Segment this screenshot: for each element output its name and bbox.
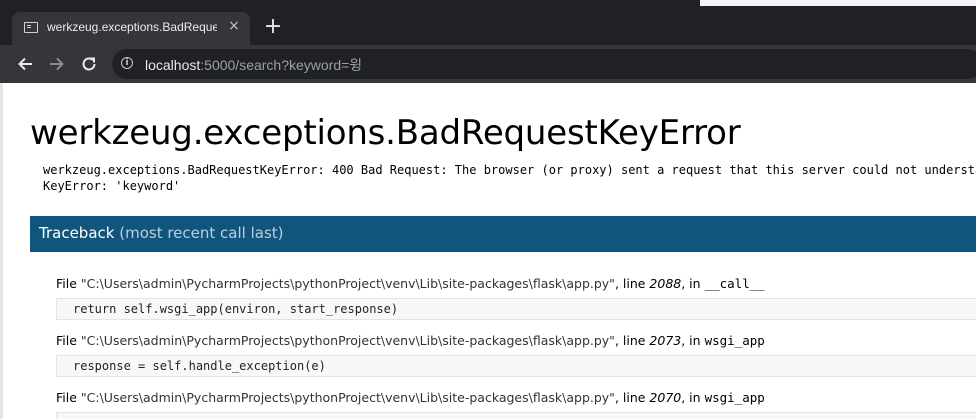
browser-titlebar: werkzeug.exceptions.BadRequestKeyError ×… [0,0,976,45]
frame-function: __call__ [704,276,765,291]
forward-arrow-icon[interactable] [45,53,69,75]
browser-toolbar: i localhost:5000/search?keyword=윙 [0,45,976,83]
traceback-label: Traceback [39,224,115,242]
traceback-frame-header: File "C:\Users\admin\PycharmProjects\pyt… [56,276,765,291]
error-title: werkzeug.exceptions.BadRequestKeyError [30,113,741,153]
traceback-header: Traceback (most recent call last) [30,216,976,252]
traceback-frame-header: File "C:\Users\admin\PycharmProjects\pyt… [56,390,765,405]
url-host: localhost [145,57,201,73]
error-message: werkzeug.exceptions.BadRequestKeyError: … [43,162,976,194]
frame-file-prefix: File [56,333,81,348]
frame-line-prefix: , line [614,333,650,348]
frame-in-prefix: , in [681,333,705,348]
traceback-title: Traceback (most recent call last) [39,224,284,242]
reload-icon[interactable] [77,53,101,75]
new-tab-button[interactable]: + [263,16,283,38]
background-window-strip [700,0,976,6]
browser-tab[interactable]: werkzeug.exceptions.BadRequestKeyError × [12,12,250,45]
address-bar[interactable]: i localhost:5000/search?keyword=윙 [112,49,976,79]
code-text: response = self.handle_exception(e) [73,359,326,373]
traceback-frame-header: File "C:\Users\admin\PycharmProjects\pyt… [56,333,765,348]
page-content: werkzeug.exceptions.BadRequestKeyError w… [0,83,976,419]
frame-filename: "C:\Users\admin\PycharmProjects\pythonPr… [80,333,615,348]
tab-close-icon[interactable]: × [226,18,242,34]
traceback-code-line[interactable] [56,412,976,419]
traceback-subtitle: (most recent call last) [119,224,284,242]
frame-function: wsgi_app [704,333,765,348]
frame-in-prefix: , in [681,276,705,291]
traceback-code-line[interactable]: response = self.handle_exception(e) [56,355,976,377]
terminal-favicon-icon [24,22,38,33]
frame-line-prefix: , line [614,390,650,405]
page-left-edge [0,83,3,419]
frame-filename: "C:\Users\admin\PycharmProjects\pythonPr… [80,390,615,405]
url-path: :5000/search?keyword=윙 [200,57,363,73]
error-message-line: werkzeug.exceptions.BadRequestKeyError: … [43,163,976,177]
frame-line-prefix: , line [614,276,650,291]
code-text: return self.wsgi_app(environ, start_resp… [73,302,399,316]
frame-file-prefix: File [56,390,81,405]
frame-filename: "C:\Users\admin\PycharmProjects\pythonPr… [80,276,615,291]
frame-line-number: 2070 [649,390,682,405]
error-message-line: KeyError: 'keyword' [43,179,181,193]
frame-line-number: 2073 [649,333,682,348]
frame-file-prefix: File [56,276,81,291]
info-icon[interactable]: i [121,57,133,69]
frame-function: wsgi_app [704,390,765,405]
tab-title: werkzeug.exceptions.BadRequestKeyError [47,20,217,34]
back-arrow-icon[interactable] [13,53,37,75]
frame-line-number: 2088 [649,276,682,291]
frame-in-prefix: , in [681,390,705,405]
url-text[interactable]: localhost:5000/search?keyword=윙 [145,55,362,75]
traceback-code-line[interactable]: return self.wsgi_app(environ, start_resp… [56,298,976,320]
